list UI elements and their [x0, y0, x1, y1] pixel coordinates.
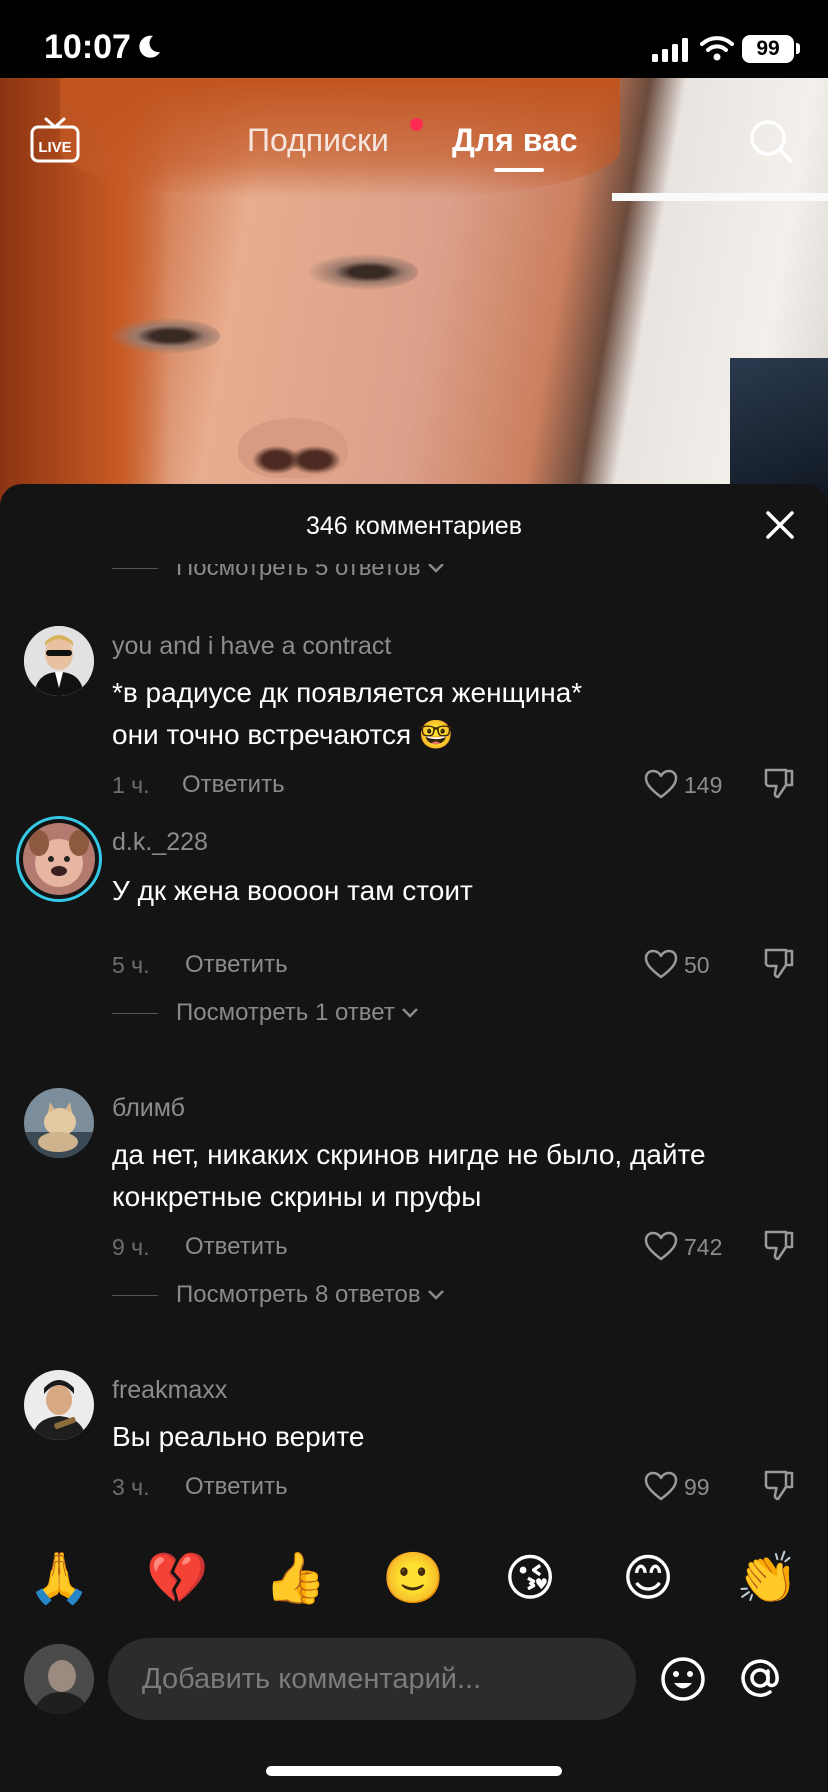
- video-nose: [238, 418, 348, 478]
- status-time: 10:07: [44, 28, 131, 66]
- comment-input[interactable]: [108, 1638, 636, 1720]
- like-count: 50: [684, 952, 710, 978]
- battery-tip: [796, 43, 800, 54]
- reply-button[interactable]: Ответить: [185, 1473, 288, 1501]
- emoji-kiss[interactable]: 😘: [500, 1548, 560, 1608]
- avatar-image: [24, 626, 94, 696]
- heart-icon[interactable]: [644, 1231, 678, 1261]
- reply-button[interactable]: Ответить: [185, 951, 288, 979]
- heart-icon[interactable]: [644, 769, 678, 799]
- moon-icon: [139, 35, 160, 58]
- replies-divider: [112, 567, 158, 569]
- comment-text: да нет, никаких скринов нигде не было, д…: [112, 1139, 706, 1212]
- tab-for-you[interactable]: Для вас: [452, 122, 578, 159]
- mention-icon[interactable]: [736, 1654, 784, 1702]
- emoji-slight-smile[interactable]: 🙂: [382, 1548, 444, 1608]
- signal-icon: [652, 38, 688, 62]
- battery-indicator: 99: [742, 35, 794, 63]
- my-avatar: [24, 1644, 94, 1714]
- avatar[interactable]: [24, 626, 94, 696]
- emoji-thumbs-up[interactable]: 👍: [264, 1548, 326, 1608]
- emoji-broken-heart[interactable]: 💔: [146, 1548, 208, 1608]
- live-icon[interactable]: LIVE: [30, 116, 80, 164]
- view-replies-label: Посмотреть 1 ответ: [176, 999, 395, 1026]
- view-replies-button[interactable]: Посмотреть 8 ответов: [112, 1279, 445, 1311]
- replies-divider: [112, 1294, 158, 1296]
- dislike-icon[interactable]: [762, 1228, 796, 1262]
- chevron-down-icon: [427, 1290, 444, 1300]
- search-icon[interactable]: [748, 118, 794, 164]
- emoji-picker-icon[interactable]: [660, 1656, 706, 1702]
- view-replies-label: Посмотреть 5 ответов: [176, 554, 421, 581]
- video-eye-right: [308, 254, 418, 290]
- dislike-icon[interactable]: [762, 946, 796, 980]
- video-background[interactable]: [0, 78, 828, 508]
- tab-underline: [494, 168, 544, 172]
- avatar-image: [24, 1370, 94, 1440]
- live-label: LIVE: [38, 139, 71, 156]
- comment-text: *в радиусе дк появляется женщина* они то…: [112, 677, 583, 750]
- notification-dot: [410, 118, 423, 131]
- comment-time: 1 ч.: [112, 772, 150, 798]
- view-replies-button[interactable]: Посмотреть 1 ответ: [112, 997, 419, 1029]
- chevron-down-icon: [427, 564, 444, 573]
- emoji-pray[interactable]: 🙏: [28, 1548, 90, 1608]
- comment-time: 3 ч.: [112, 1474, 150, 1500]
- comment-text: Вы реально верите: [112, 1421, 365, 1452]
- emoji-clap[interactable]: 👏: [736, 1548, 798, 1608]
- avatar-image: [24, 1088, 94, 1158]
- avatar-image: [24, 1644, 94, 1714]
- view-replies-button[interactable]: Посмотреть 5 ответов: [112, 554, 445, 584]
- avatar-image: [23, 823, 95, 895]
- comment-username[interactable]: блимб: [112, 1094, 185, 1123]
- comments-count-title: 346 комментариев: [306, 512, 522, 540]
- wifi-icon: [700, 36, 734, 61]
- reply-button[interactable]: Ответить: [185, 1233, 288, 1261]
- like-count: 742: [684, 1234, 723, 1260]
- dislike-icon[interactable]: [762, 766, 796, 800]
- avatar-with-story-ring[interactable]: [16, 816, 102, 902]
- view-replies-label: Посмотреть 8 ответов: [176, 1281, 421, 1308]
- reply-button[interactable]: Ответить: [182, 771, 285, 799]
- video-shelf: [612, 193, 828, 201]
- like-count: 99: [684, 1474, 710, 1500]
- heart-icon[interactable]: [644, 949, 678, 979]
- comment-username[interactable]: you and i have a contract: [112, 632, 391, 661]
- status-bar: 10:07 99: [0, 0, 828, 78]
- comment-time: 9 ч.: [112, 1234, 150, 1260]
- avatar[interactable]: [24, 1370, 94, 1440]
- emoji-quick-bar: 🙏 💔 👍 🙂 😘 😊 👏: [0, 1548, 828, 1608]
- comment-time: 5 ч.: [112, 952, 150, 978]
- video-eye-left: [110, 318, 220, 354]
- close-icon[interactable]: [763, 508, 797, 542]
- like-count: 149: [684, 772, 723, 798]
- comment-text: У дк жена воооон там стоит: [112, 875, 473, 906]
- dislike-icon[interactable]: [762, 1468, 796, 1502]
- replies-divider: [112, 1012, 158, 1014]
- tab-following[interactable]: Подписки: [247, 122, 389, 159]
- comment-username[interactable]: freakmaxx: [112, 1376, 227, 1405]
- home-indicator: [266, 1766, 562, 1776]
- emoji-blush[interactable]: 😊: [618, 1548, 678, 1608]
- avatar[interactable]: [24, 1088, 94, 1158]
- comment-username[interactable]: d.k._228: [112, 828, 208, 857]
- chevron-down-icon: [401, 1008, 418, 1018]
- heart-icon[interactable]: [644, 1471, 678, 1501]
